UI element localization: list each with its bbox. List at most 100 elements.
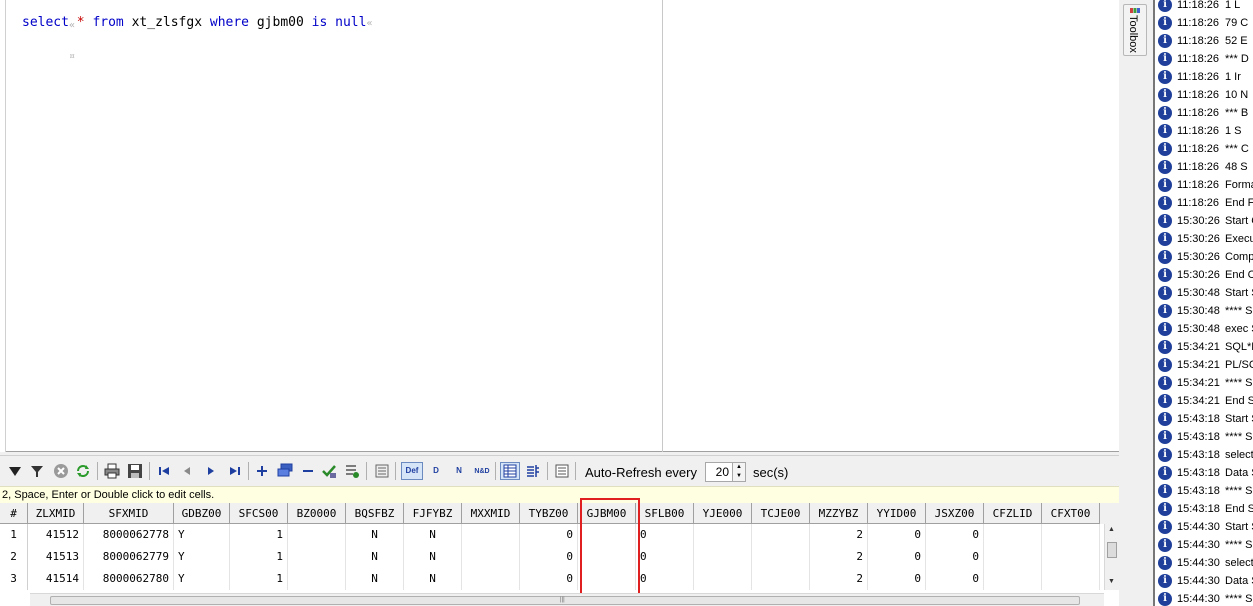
column-header-yje000[interactable]: YJE000 bbox=[694, 503, 752, 524]
output-log-row[interactable]: i 15:30:26 Compi bbox=[1155, 248, 1253, 266]
output-log-row[interactable]: i 11:18:26 10 N bbox=[1155, 86, 1253, 104]
cell-sfcs00[interactable]: 1 bbox=[230, 568, 288, 590]
cell-gdbz00[interactable]: Y bbox=[174, 524, 230, 546]
auto-refresh-icon[interactable] bbox=[553, 462, 571, 480]
output-log-row[interactable]: i 11:18:26 *** B bbox=[1155, 104, 1253, 122]
cell-fjfybz[interactable]: N bbox=[404, 568, 462, 590]
editor-divider[interactable] bbox=[662, 0, 663, 452]
column-header-gjbm00[interactable]: GJBM00 bbox=[578, 503, 636, 524]
output-log-row[interactable]: i 11:18:26 1 Ir bbox=[1155, 68, 1253, 86]
column-header-tcje00[interactable]: TCJE00 bbox=[752, 503, 810, 524]
cell-bqsfbz[interactable]: N bbox=[346, 546, 404, 568]
cell-cfzlid[interactable] bbox=[984, 524, 1042, 546]
output-log-row[interactable]: i 11:18:26 1 S bbox=[1155, 122, 1253, 140]
output-log-row[interactable]: i 15:30:26 Start C bbox=[1155, 212, 1253, 230]
refresh-interval-spinner[interactable]: ▲ ▼ bbox=[733, 462, 746, 482]
cell-jsxz00[interactable]: 0 bbox=[926, 524, 984, 546]
output-log-row[interactable]: i 15:43:18 End S bbox=[1155, 500, 1253, 518]
duplicate-record-icon[interactable] bbox=[276, 462, 294, 480]
insert-record-icon[interactable] bbox=[253, 462, 271, 480]
table-row[interactable]: 3 41514 8000062780 Y 1 N N 0 0 2 0 0 bbox=[0, 568, 1104, 590]
table-row[interactable]: 2 41513 8000062779 Y 1 N N 0 0 2 0 0 bbox=[0, 546, 1104, 568]
scroll-down-icon[interactable]: ▼ bbox=[1108, 578, 1115, 585]
cell-tybz00[interactable]: 0 bbox=[520, 546, 578, 568]
cell-jsxz00[interactable]: 0 bbox=[926, 546, 984, 568]
column-header-yyid00[interactable]: YYID00 bbox=[868, 503, 926, 524]
output-log-row[interactable]: i 15:43:18 **** SC bbox=[1155, 428, 1253, 446]
cell-sfcs00[interactable]: 1 bbox=[230, 524, 288, 546]
cell-bqsfbz[interactable]: N bbox=[346, 568, 404, 590]
cell-sflb00[interactable]: 0 bbox=[636, 568, 694, 590]
sql-editor[interactable]: « select * from xt_zlsfgx where gjbm00 i… bbox=[0, 0, 1119, 452]
column-header-tybz00[interactable]: TYBZ00 bbox=[520, 503, 578, 524]
cell-gdbz00[interactable]: Y bbox=[174, 568, 230, 590]
cell-tcje00[interactable] bbox=[752, 524, 810, 546]
output-log-row[interactable]: i 15:44:30 Data S bbox=[1155, 572, 1253, 590]
next-record-icon[interactable] bbox=[202, 462, 220, 480]
cell-gjbm00[interactable] bbox=[578, 546, 636, 568]
column-header-gdbz00[interactable]: GDBZ00 bbox=[174, 503, 230, 524]
delete-record-icon[interactable] bbox=[299, 462, 317, 480]
scroll-up-icon[interactable]: ▲ bbox=[1108, 526, 1115, 533]
cell-bz0000[interactable] bbox=[288, 524, 346, 546]
output-log-row[interactable]: i 15:43:18 Start S bbox=[1155, 410, 1253, 428]
show-new-icon[interactable]: N bbox=[450, 462, 468, 480]
column-header-sflb00[interactable]: SFLB00 bbox=[636, 503, 694, 524]
output-log-row[interactable]: i 11:18:26 End Fo bbox=[1155, 194, 1253, 212]
output-log-row[interactable]: i 15:44:30 Start S bbox=[1155, 518, 1253, 536]
scroll-thumb[interactable] bbox=[1107, 542, 1117, 558]
post-changes-icon[interactable] bbox=[320, 462, 338, 480]
show-deleted-icon[interactable]: D bbox=[427, 462, 445, 480]
cell-bqsfbz[interactable]: N bbox=[346, 524, 404, 546]
output-log-row[interactable]: i 15:44:30 **** SC bbox=[1155, 536, 1253, 554]
first-record-icon[interactable] bbox=[155, 462, 173, 480]
output-log-row[interactable]: i 11:18:26 *** D bbox=[1155, 50, 1253, 68]
output-log-row[interactable]: i 15:30:26 Execu bbox=[1155, 230, 1253, 248]
cell-yje000[interactable] bbox=[694, 524, 752, 546]
result-grid[interactable]: # ZLXMID SFXMID GDBZ00 SFCS00 BZ0000 BQSFBZ FJF… bbox=[0, 503, 1119, 606]
column-header-fjfybz[interactable]: FJFYBZ bbox=[404, 503, 462, 524]
output-log-row[interactable]: i 15:43:18 **** SC bbox=[1155, 482, 1253, 500]
cell-mzzybz[interactable]: 2 bbox=[810, 546, 868, 568]
grid-horizontal-scrollbar[interactable]: ||| bbox=[30, 593, 1104, 606]
cell-gjbm00[interactable] bbox=[578, 524, 636, 546]
filter-icon[interactable] bbox=[28, 462, 46, 480]
cell-gjbm00[interactable] bbox=[578, 568, 636, 590]
column-header-jsxz00[interactable]: JSXZ00 bbox=[926, 503, 984, 524]
column-header-zlxmid[interactable]: ZLXMID bbox=[28, 503, 84, 524]
save-icon[interactable] bbox=[126, 462, 144, 480]
output-log-row[interactable]: i 15:44:30 **** SC bbox=[1155, 590, 1253, 606]
cell-cfzlid[interactable] bbox=[984, 546, 1042, 568]
cell-yje000[interactable] bbox=[694, 546, 752, 568]
cell-cfxt00[interactable] bbox=[1042, 524, 1100, 546]
output-log-row[interactable]: i 15:43:18 select bbox=[1155, 446, 1253, 464]
column-header-bqsfbz[interactable]: BQSFBZ bbox=[346, 503, 404, 524]
cell-mxxmid[interactable] bbox=[462, 546, 520, 568]
cell-jsxz00[interactable]: 0 bbox=[926, 568, 984, 590]
column-header-mzzybz[interactable]: MZZYBZ bbox=[810, 503, 868, 524]
cell-sfxmid[interactable]: 8000062780 bbox=[84, 568, 174, 590]
cell-cfzlid[interactable] bbox=[984, 568, 1042, 590]
cell-cfxt00[interactable] bbox=[1042, 568, 1100, 590]
output-log-row[interactable]: i 15:34:21 **** SC bbox=[1155, 374, 1253, 392]
cell-sflb00[interactable]: 0 bbox=[636, 524, 694, 546]
grid-view-icon[interactable] bbox=[500, 462, 520, 480]
cell-tybz00[interactable]: 0 bbox=[520, 524, 578, 546]
output-log-row[interactable]: i 11:18:26 Forma bbox=[1155, 176, 1253, 194]
output-log-row[interactable]: i 15:30:48 exec S bbox=[1155, 320, 1253, 338]
column-header-sfcs00[interactable]: SFCS00 bbox=[230, 503, 288, 524]
single-record-view-icon[interactable] bbox=[524, 462, 542, 480]
editor-line-1[interactable]: select * from xt_zlsfgx where gjbm00 is … bbox=[22, 15, 372, 30]
cell-mzzybz[interactable]: 2 bbox=[810, 568, 868, 590]
refresh-interval-input[interactable]: 20 bbox=[705, 462, 733, 482]
cell-mzzybz[interactable]: 2 bbox=[810, 524, 868, 546]
cell-sfxmid[interactable]: 8000062778 bbox=[84, 524, 174, 546]
output-log-row[interactable]: i 15:34:21 PL/SC bbox=[1155, 356, 1253, 374]
output-log-row[interactable]: i 11:18:26 48 S bbox=[1155, 158, 1253, 176]
last-record-icon[interactable] bbox=[226, 462, 244, 480]
cell-tcje00[interactable] bbox=[752, 546, 810, 568]
table-row[interactable]: 1 41512 8000062778 Y 1 N N 0 0 2 0 0 bbox=[0, 524, 1104, 546]
output-log-row[interactable]: i 11:18:26 1 L bbox=[1155, 0, 1253, 14]
column-header-mxxmid[interactable]: MXXMID bbox=[462, 503, 520, 524]
cell-bz0000[interactable] bbox=[288, 568, 346, 590]
